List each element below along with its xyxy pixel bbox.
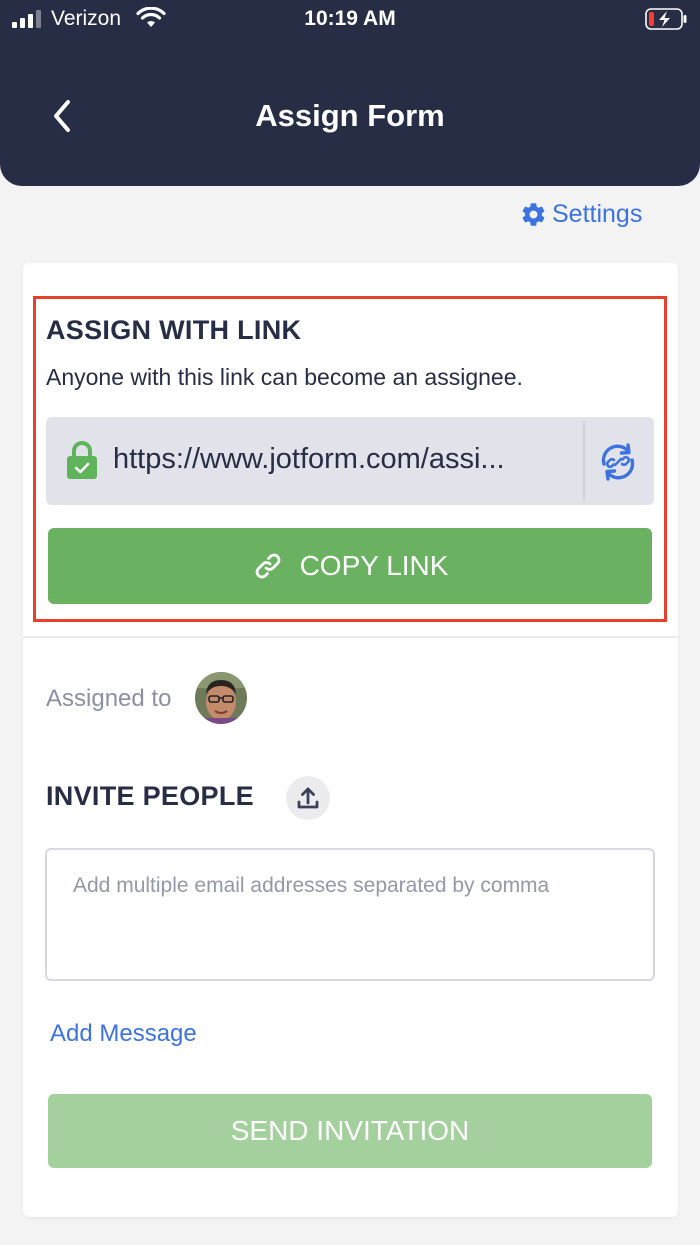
send-invitation-label: SEND INVITATION <box>230 1115 470 1146</box>
app-header: Verizon 10:19 AM Assign Form <box>0 0 700 186</box>
add-message-link[interactable]: Add Message <box>50 1020 197 1048</box>
section-divider <box>23 636 678 638</box>
upload-icon <box>297 787 319 809</box>
status-time: 10:19 AM <box>304 7 396 30</box>
copy-link-button[interactable]: COPY LINK <box>48 528 652 604</box>
settings-label: Settings <box>552 199 643 228</box>
page-title: Assign Form <box>255 98 445 133</box>
link-field-divider <box>583 421 585 501</box>
copy-link-label: COPY LINK <box>299 550 449 581</box>
gear-icon <box>522 202 545 226</box>
assign-link-url: https://www.jotform.com/assi... <box>113 443 505 475</box>
send-invitation-button[interactable]: SEND INVITATION <box>48 1094 652 1168</box>
settings-link[interactable]: Settings <box>520 198 642 230</box>
assigned-to-label: Assigned to <box>46 685 172 712</box>
assign-with-link-title: ASSIGN WITH LINK <box>46 315 302 345</box>
status-bar: Verizon 10:19 AM <box>0 0 700 40</box>
upload-button[interactable] <box>286 776 330 820</box>
email-placeholder: Add multiple email addresses separated b… <box>73 874 550 897</box>
refresh-link-icon[interactable] <box>598 442 638 482</box>
assign-link-description: Anyone with this link can become an assi… <box>46 364 523 390</box>
lock-icon <box>67 441 97 479</box>
link-icon <box>255 553 280 579</box>
email-input[interactable]: Add multiple email addresses separated b… <box>45 848 655 981</box>
battery-charging-low-icon <box>645 8 687 30</box>
avatar[interactable] <box>195 672 247 724</box>
invite-people-title: INVITE PEOPLE <box>46 781 254 811</box>
